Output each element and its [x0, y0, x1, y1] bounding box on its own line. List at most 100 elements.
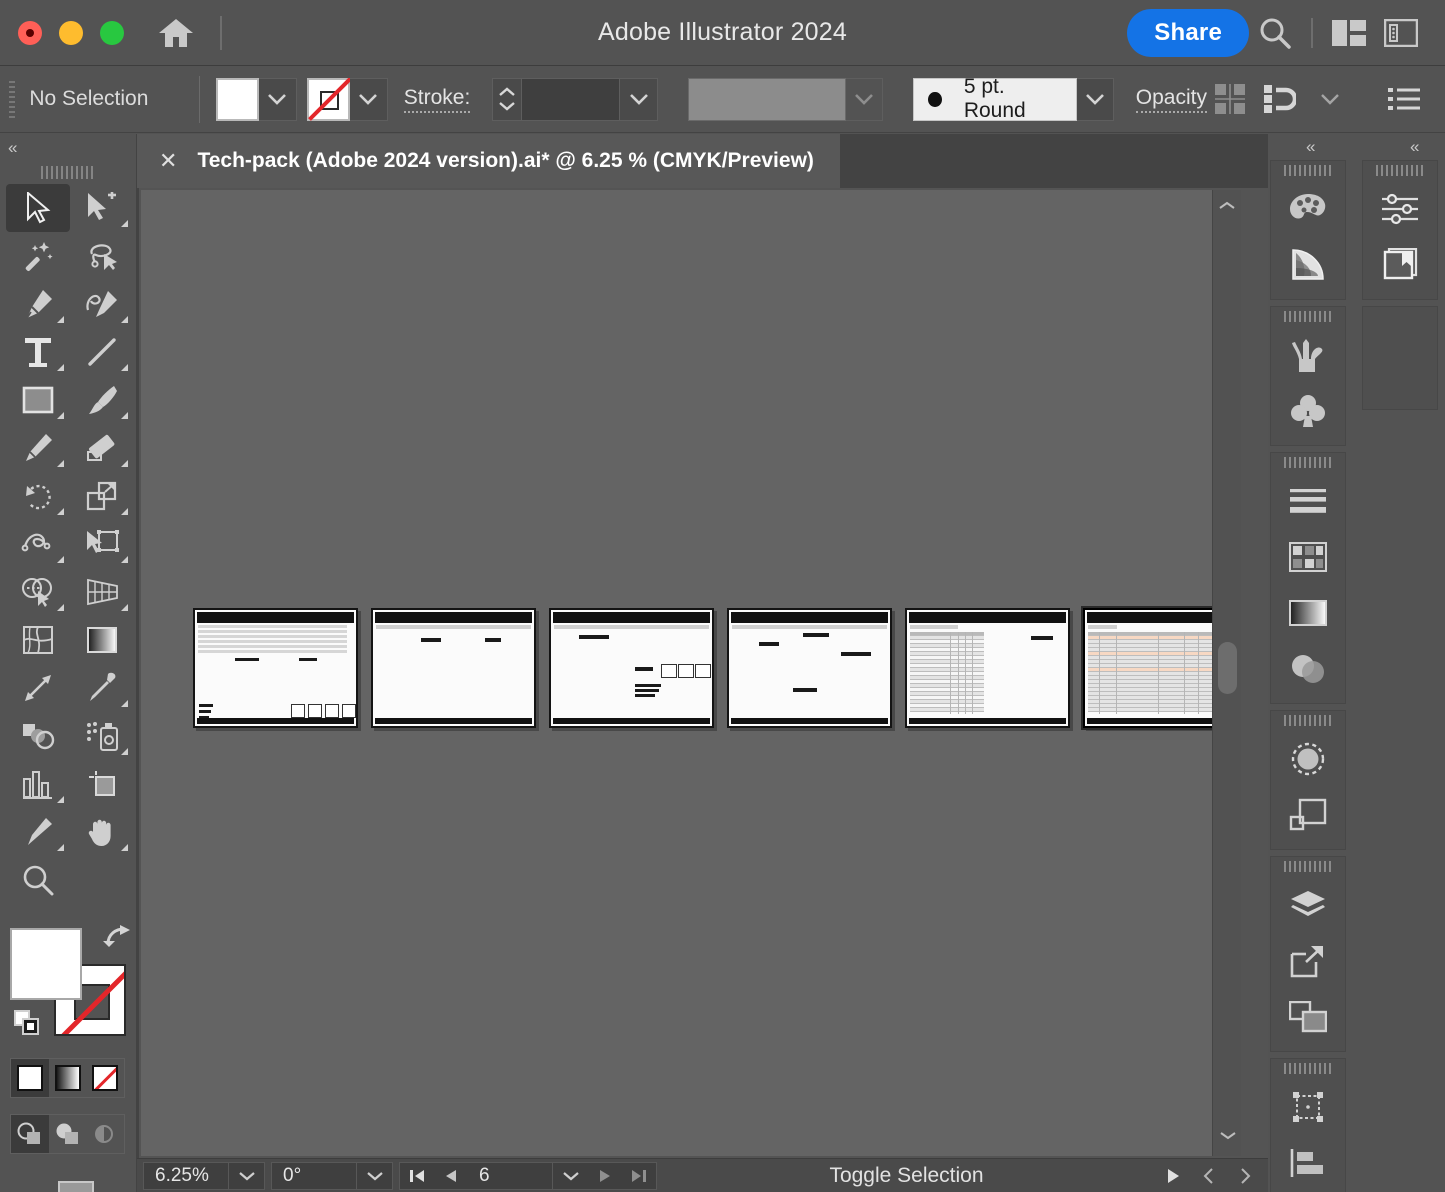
- panel-collapse-inner-icon[interactable]: «: [1268, 134, 1346, 160]
- panel-swatches[interactable]: [1271, 529, 1345, 585]
- swap-fill-stroke-icon[interactable]: [102, 924, 132, 950]
- rotation-value[interactable]: 0°: [272, 1165, 356, 1187]
- scale-tool[interactable]: [70, 472, 134, 520]
- slice-tool[interactable]: [6, 808, 70, 856]
- type-tool[interactable]: [6, 328, 70, 376]
- home-icon[interactable]: [154, 11, 198, 55]
- panel-layers[interactable]: [1271, 877, 1345, 933]
- close-window-button[interactable]: [18, 21, 42, 45]
- lasso-tool[interactable]: [70, 232, 134, 280]
- panel-asset-export[interactable]: [1271, 933, 1345, 989]
- panel-artboards[interactable]: [1271, 989, 1345, 1045]
- align-chevron-down-icon[interactable]: [1307, 76, 1353, 122]
- zoom-level-value[interactable]: 6.25%: [144, 1165, 228, 1187]
- curvature-tool[interactable]: [70, 280, 134, 328]
- toolbar-collapse-left-icon[interactable]: «: [0, 134, 136, 162]
- status-message[interactable]: Toggle Selection: [657, 1164, 1156, 1188]
- mesh-tool[interactable]: [6, 616, 70, 664]
- draw-behind-button[interactable]: [49, 1115, 87, 1153]
- panel-transparency[interactable]: [1271, 641, 1345, 697]
- variable-width-profile-input[interactable]: [688, 78, 846, 121]
- properties-panel-icon[interactable]: [1375, 7, 1427, 59]
- pencil-tool[interactable]: [6, 424, 70, 472]
- panel-libraries[interactable]: [1363, 237, 1437, 293]
- control-bar-grip[interactable]: [8, 79, 15, 119]
- rectangle-tool[interactable]: [6, 376, 70, 424]
- color-mode-button[interactable]: [11, 1059, 49, 1097]
- panel-color[interactable]: [1271, 181, 1345, 237]
- panel-symbols[interactable]: [1271, 383, 1345, 439]
- canvas-vertical-scrollbar[interactable]: [1212, 190, 1241, 1156]
- eyedropper-tool[interactable]: [70, 664, 134, 712]
- perspective-grid-tool[interactable]: [70, 568, 134, 616]
- scroll-up-icon[interactable]: [1213, 190, 1241, 220]
- maximize-window-button[interactable]: [100, 21, 124, 45]
- pen-tool[interactable]: [6, 280, 70, 328]
- column-graph-tool[interactable]: [6, 760, 70, 808]
- last-artboard-icon[interactable]: [622, 1162, 656, 1190]
- status-next-icon[interactable]: [1228, 1162, 1262, 1190]
- zoom-level-control[interactable]: 6.25%: [143, 1162, 265, 1190]
- status-play-icon[interactable]: [1156, 1162, 1190, 1190]
- stroke-weight-input[interactable]: [522, 78, 620, 121]
- share-button[interactable]: Share: [1127, 9, 1249, 57]
- panel-group-grip[interactable]: [1284, 715, 1332, 729]
- opacity-label[interactable]: Opacity: [1136, 86, 1207, 113]
- none-mode-button[interactable]: [86, 1059, 124, 1097]
- change-screen-mode-button[interactable]: [0, 1178, 136, 1192]
- artboard-5[interactable]: [905, 608, 1070, 728]
- panel-align[interactable]: [1271, 1135, 1345, 1191]
- zoom-chevron-down-icon[interactable]: [228, 1162, 264, 1190]
- panel-collapse-outer-icon[interactable]: «: [1360, 134, 1445, 160]
- status-prev-icon[interactable]: [1192, 1162, 1226, 1190]
- close-tab-icon[interactable]: ✕: [159, 150, 177, 172]
- magic-wand-tool[interactable]: [6, 232, 70, 280]
- align-icon[interactable]: [1257, 76, 1303, 122]
- variable-width-chevron-down-icon[interactable]: [846, 78, 883, 121]
- panel-group-grip[interactable]: [1284, 1063, 1332, 1077]
- hand-tool[interactable]: [70, 808, 134, 856]
- stroke-swatch[interactable]: [307, 78, 350, 121]
- artwork-canvas[interactable]: [141, 190, 1241, 1156]
- scroll-down-icon[interactable]: [1213, 1120, 1241, 1150]
- artboard-4[interactable]: [727, 608, 892, 728]
- paintbrush-tool[interactable]: [70, 376, 134, 424]
- stroke-weight-chevron-down-icon[interactable]: [620, 78, 658, 121]
- panel-gradient[interactable]: [1271, 585, 1345, 641]
- scrollbar-thumb[interactable]: [1218, 642, 1237, 694]
- panel-group-grip[interactable]: [1284, 457, 1332, 471]
- panel-graphic-styles[interactable]: [1271, 787, 1345, 843]
- brush-definition-selector[interactable]: 5 pt. Round: [913, 78, 1077, 121]
- gradient-mode-button[interactable]: [49, 1059, 87, 1097]
- panel-group-grip[interactable]: [1284, 165, 1332, 179]
- panel-group-grip[interactable]: [1376, 165, 1424, 179]
- fill-color-swatch[interactable]: [10, 928, 82, 1000]
- default-fill-stroke-icon[interactable]: [14, 1010, 44, 1040]
- artboard-2[interactable]: [371, 608, 536, 728]
- artboard-3[interactable]: [549, 608, 714, 728]
- panel-group-grip[interactable]: [1284, 311, 1332, 325]
- panel-color-guide[interactable]: [1271, 237, 1345, 293]
- fill-dropdown-chevron-down-icon[interactable]: [259, 78, 297, 121]
- artboard-chevron-down-icon[interactable]: [552, 1162, 588, 1190]
- stroke-label[interactable]: Stroke:: [404, 86, 471, 113]
- minimize-window-button[interactable]: [59, 21, 83, 45]
- fill-swatch[interactable]: [216, 78, 259, 121]
- blend-tool[interactable]: [6, 712, 70, 760]
- rotation-control[interactable]: 0°: [271, 1162, 393, 1190]
- measure-tool[interactable]: [6, 664, 70, 712]
- artboard-tool[interactable]: [70, 760, 134, 808]
- artboard-1[interactable]: [193, 608, 358, 728]
- brush-chevron-down-icon[interactable]: [1077, 78, 1114, 121]
- line-segment-tool[interactable]: [70, 328, 134, 376]
- zoom-tool[interactable]: [6, 856, 70, 904]
- workspace-layout-icon[interactable]: [1323, 7, 1375, 59]
- panel-stroke[interactable]: [1271, 473, 1345, 529]
- panel-group-grip[interactable]: [1284, 861, 1332, 875]
- selection-tool[interactable]: [6, 184, 70, 232]
- artboard-number-value[interactable]: 6: [468, 1165, 552, 1187]
- next-artboard-icon[interactable]: [588, 1162, 622, 1190]
- document-setup-list-icon[interactable]: [1381, 76, 1427, 122]
- transform-icon[interactable]: [1207, 76, 1253, 122]
- panel-brushes[interactable]: [1271, 327, 1345, 383]
